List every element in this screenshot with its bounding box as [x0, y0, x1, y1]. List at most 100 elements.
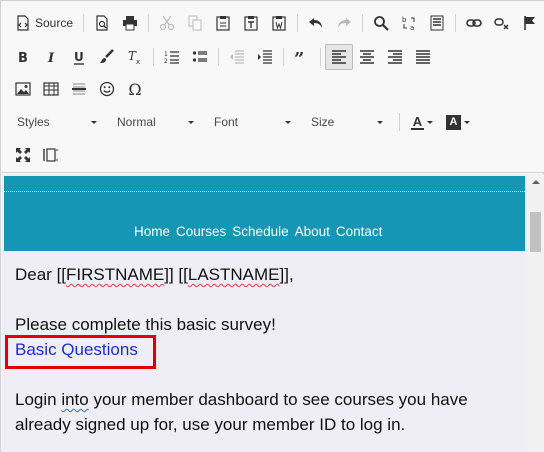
copy-button[interactable] [181, 10, 209, 36]
text-color-label: A [412, 113, 423, 129]
paste-button[interactable] [209, 10, 237, 36]
content-scrollbar[interactable] [527, 174, 544, 452]
image-icon [15, 82, 31, 96]
dotted-divider [4, 191, 525, 192]
chevron-down-icon [427, 120, 433, 124]
toolbar-row-4: Styles Normal Font Size A A [9, 107, 476, 137]
greeting-mid: ]] [[ [164, 265, 188, 284]
paste-text-button[interactable] [237, 10, 265, 36]
format-dropdown[interactable]: Normal [109, 109, 200, 135]
unlink-button[interactable] [488, 10, 516, 36]
editor-toolbar: Source b a B I U T x 1 2 ” Ω Styles Norm… [1, 1, 544, 173]
nav-item-contact[interactable]: Contact [336, 224, 383, 239]
separator [455, 14, 457, 32]
table-button[interactable] [37, 76, 65, 102]
nav-item-schedule[interactable]: Schedule [232, 224, 288, 239]
underline-icon: U [74, 50, 84, 65]
nav-item-home[interactable]: Home [134, 224, 170, 239]
styles-dropdown[interactable]: Styles [9, 109, 103, 135]
toolbar-row-5 [9, 140, 65, 170]
bulleted-list-button[interactable] [186, 44, 214, 70]
undo-button[interactable] [302, 10, 330, 36]
link-button[interactable] [460, 10, 488, 36]
nav-item-courses[interactable]: Courses [176, 224, 226, 239]
image-button[interactable] [9, 76, 37, 102]
align-center-button[interactable] [353, 44, 381, 70]
italic-button[interactable]: I [37, 44, 65, 70]
greeting-prefix: Dear [[ [15, 265, 67, 284]
smiley-button[interactable] [93, 76, 121, 102]
select-all-button[interactable] [423, 10, 451, 36]
size-dropdown[interactable]: Size [303, 109, 389, 135]
indent-button[interactable] [251, 44, 279, 70]
bold-button[interactable]: B [9, 44, 37, 70]
paste-icon [216, 16, 230, 31]
smiley-icon [99, 81, 115, 97]
numbered-list-icon: 12 [164, 51, 179, 65]
replace-icon: ba [402, 16, 415, 31]
blockquote-button[interactable]: ” [288, 44, 316, 70]
chevron-down-icon [464, 120, 470, 124]
background-color-icon: A [446, 114, 461, 130]
source-button[interactable]: Source [9, 10, 79, 36]
numbered-list-button[interactable]: 12 [158, 44, 186, 70]
align-left-button[interactable] [325, 44, 353, 70]
text-color-button[interactable]: A [404, 109, 440, 135]
separator [362, 14, 364, 32]
paste-text-icon [244, 16, 258, 31]
separator [218, 48, 219, 66]
anchor-button[interactable] [516, 10, 544, 36]
font-dropdown[interactable]: Font [206, 109, 297, 135]
show-blocks-button[interactable] [37, 142, 65, 168]
print-button[interactable] [116, 10, 144, 36]
styles-label: Styles [17, 115, 50, 129]
background-color-button[interactable]: A [440, 109, 476, 135]
paste-word-button[interactable] [265, 10, 293, 36]
underline-button[interactable]: U [65, 44, 93, 70]
firstname-token: FIRSTNAME [66, 265, 165, 284]
toolbar-row-2: B I U Tx 12 ” [9, 42, 437, 72]
align-right-icon [388, 50, 402, 64]
login-paragraph: Login into your member dashboard to see … [15, 387, 515, 437]
scroll-up-arrow[interactable] [532, 180, 540, 184]
editor-content-area[interactable]: Home Courses Schedule About Contact Dear… [2, 174, 527, 452]
separator [148, 14, 150, 32]
chevron-down-icon [91, 120, 97, 124]
size-label: Size [311, 115, 335, 129]
text-color-icon: A [411, 115, 424, 130]
scroll-thumb[interactable] [530, 212, 541, 252]
justify-button[interactable] [409, 44, 437, 70]
background-color-label: A [449, 116, 458, 128]
omega-icon: Ω [128, 79, 142, 99]
undo-icon [309, 18, 323, 28]
preview-button[interactable] [88, 10, 116, 36]
cut-button[interactable] [153, 10, 181, 36]
chevron-down-icon [377, 120, 383, 124]
chevron-down-icon [188, 120, 194, 124]
svg-text:2: 2 [164, 58, 168, 65]
preview-icon [96, 15, 108, 31]
italic-icon: I [47, 51, 55, 65]
align-center-icon [360, 50, 374, 64]
horizontal-line-button[interactable] [65, 76, 93, 102]
source-icon [17, 15, 29, 31]
login-into-word: into [61, 390, 89, 409]
align-right-button[interactable] [381, 44, 409, 70]
special-char-button[interactable]: Ω [121, 76, 149, 102]
redo-button[interactable] [330, 10, 358, 36]
svg-text:a: a [410, 24, 414, 31]
svg-text:B: B [18, 51, 28, 65]
flag-icon [524, 16, 536, 30]
outdent-button[interactable] [223, 44, 251, 70]
find-button[interactable] [367, 10, 395, 36]
horizontal-line-icon [72, 83, 86, 95]
toolbar-row-3: Ω [9, 74, 149, 104]
survey-line: Please complete this basic survey! [15, 315, 276, 334]
copy-format-button[interactable] [93, 44, 121, 70]
replace-button[interactable]: ba [395, 10, 423, 36]
remove-format-button[interactable]: Tx [121, 44, 149, 70]
nav-item-about[interactable]: About [295, 224, 330, 239]
maximize-button[interactable] [9, 142, 37, 168]
nav-menu: Home Courses Schedule About Contact [134, 224, 388, 239]
